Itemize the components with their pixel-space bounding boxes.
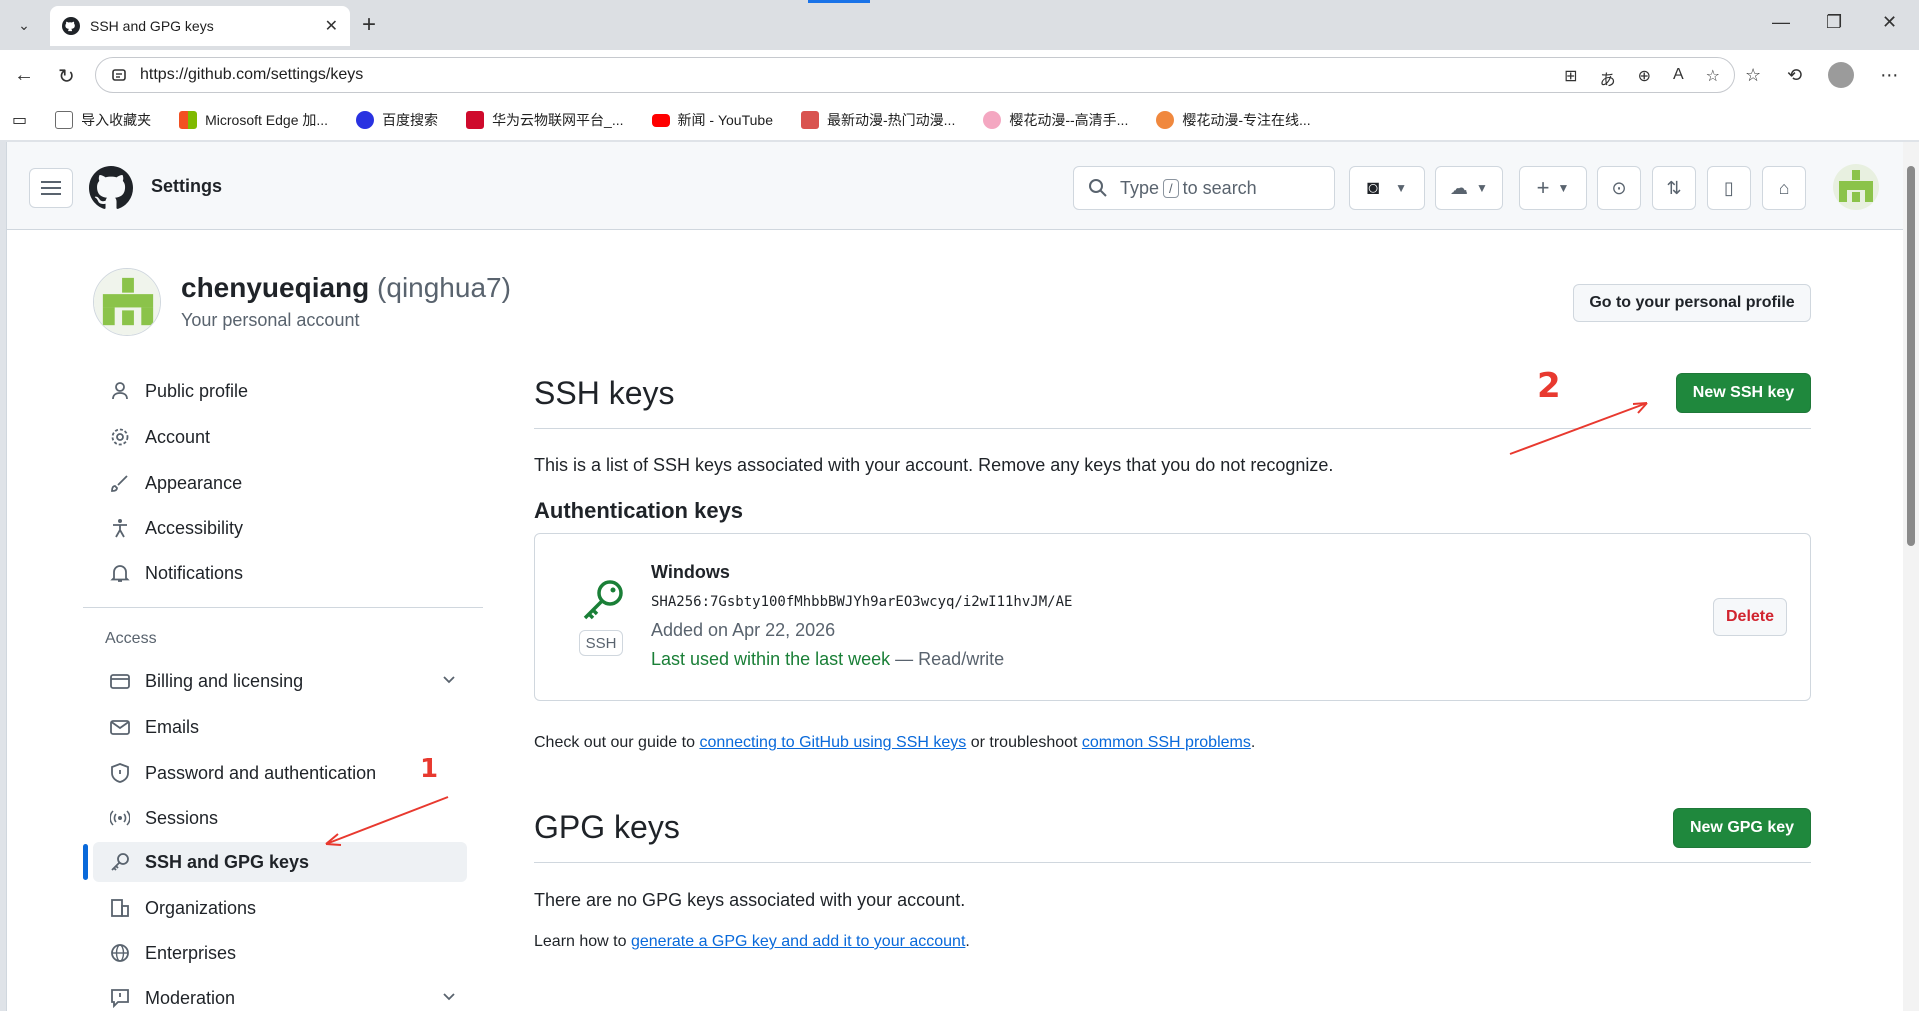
favorite-star-icon[interactable]: ☆ <box>1706 66 1720 90</box>
annotation-arrow-1 <box>325 796 449 845</box>
github-favicon-icon <box>62 17 80 35</box>
scrollbar-thumb[interactable] <box>1907 166 1915 546</box>
bookmark-label: 最新动漫-热门动漫... <box>827 112 956 128</box>
bookmarks-bar: ▭ 导入收藏夹 Microsoft Edge 加... 百度搜索 华为云物联网平… <box>0 100 1919 140</box>
huawei-logo-icon <box>466 111 485 129</box>
browser-toolbar: ← ↻ https://github.com/settings/keys ⊞ あ… <box>0 50 1919 100</box>
zoom-icon[interactable]: ⊕ <box>1638 66 1651 90</box>
bookmark-label: 导入收藏夹 <box>81 112 152 128</box>
annotation-arrow-2 <box>1509 402 1648 455</box>
bookmark-item[interactable]: 樱花动漫-专注在线... <box>1156 110 1311 130</box>
back-icon[interactable]: ← <box>14 64 34 87</box>
address-bar[interactable]: https://github.com/settings/keys ⊞ あ ⊕ A… <box>95 57 1735 93</box>
site-info-icon[interactable] <box>110 66 128 84</box>
sakura-icon <box>983 111 1002 129</box>
bookmark-item[interactable]: 华为云物联网平台_... <box>466 110 624 130</box>
page-scrollbar[interactable] <box>1903 142 1919 1011</box>
import-folder-icon <box>55 111 74 129</box>
bookmark-label: 百度搜索 <box>382 112 439 128</box>
paw-icon <box>1156 111 1175 129</box>
bookmark-item[interactable]: 最新动漫-热门动漫... <box>801 110 955 130</box>
close-window-icon[interactable]: ✕ <box>1882 12 1897 33</box>
favorites-icon[interactable]: ☆ <box>1745 65 1761 86</box>
browser-profile-avatar[interactable] <box>1828 62 1855 88</box>
bookmark-item[interactable]: 樱花动漫--高清手... <box>983 110 1128 130</box>
bookmark-item[interactable]: 百度搜索 <box>356 110 438 130</box>
bookmark-item[interactable]: 新闻 - YouTube <box>651 110 773 130</box>
tab-actions-menu[interactable]: ⌄ <box>10 12 38 38</box>
bookmark-label: Microsoft Edge 加... <box>205 112 329 128</box>
baidu-logo-icon <box>356 111 375 129</box>
restore-icon[interactable]: ❐ <box>1826 12 1842 33</box>
anime-site-icon <box>801 111 819 129</box>
more-menu-icon[interactable]: ⋯ <box>1880 65 1898 86</box>
new-tab-icon[interactable]: + <box>362 12 376 38</box>
collections-icon[interactable]: ▭ <box>12 110 27 130</box>
annotation-label-1: 1 <box>420 754 439 784</box>
youtube-logo-icon <box>651 113 670 127</box>
read-aloud-icon[interactable]: A <box>1673 66 1684 90</box>
bookmark-label: 新闻 - YouTube <box>677 112 773 128</box>
window-drag-indicator <box>808 0 870 3</box>
refresh-icon[interactable]: ↻ <box>58 64 75 89</box>
bookmark-label: 樱花动漫--高清手... <box>1009 112 1129 128</box>
bookmark-item[interactable]: Microsoft Edge 加... <box>179 110 328 130</box>
translate-icon[interactable]: あ <box>1600 66 1616 90</box>
bookmark-item[interactable]: 导入收藏夹 <box>55 110 151 130</box>
history-icon[interactable]: ⟲ <box>1787 65 1802 86</box>
browser-tab-active[interactable]: SSH and GPG keys ✕ <box>50 6 350 46</box>
annotation-label-2: 2 <box>1537 366 1561 406</box>
url-text: https://github.com/settings/keys <box>140 66 364 83</box>
close-tab-icon[interactable]: ✕ <box>325 16 338 36</box>
bookmark-label: 华为云物联网平台_... <box>492 112 624 128</box>
minimize-icon[interactable]: — <box>1772 12 1790 33</box>
bookmark-label: 樱花动漫-专注在线... <box>1182 112 1311 128</box>
tab-title: SSH and GPG keys <box>90 18 214 34</box>
browser-tab-bar: ⌄ SSH and GPG keys ✕ + — ❐ ✕ <box>0 0 1919 50</box>
microsoft-logo-icon <box>179 111 198 129</box>
annotation-arrows <box>325 402 1648 846</box>
page-content: Settings Type / to search ◙ ▼ ☁ ▼ + ▼ ⊙ ⇅ ▯… <box>6 142 1904 1011</box>
app-available-icon[interactable]: ⊞ <box>1564 66 1577 90</box>
